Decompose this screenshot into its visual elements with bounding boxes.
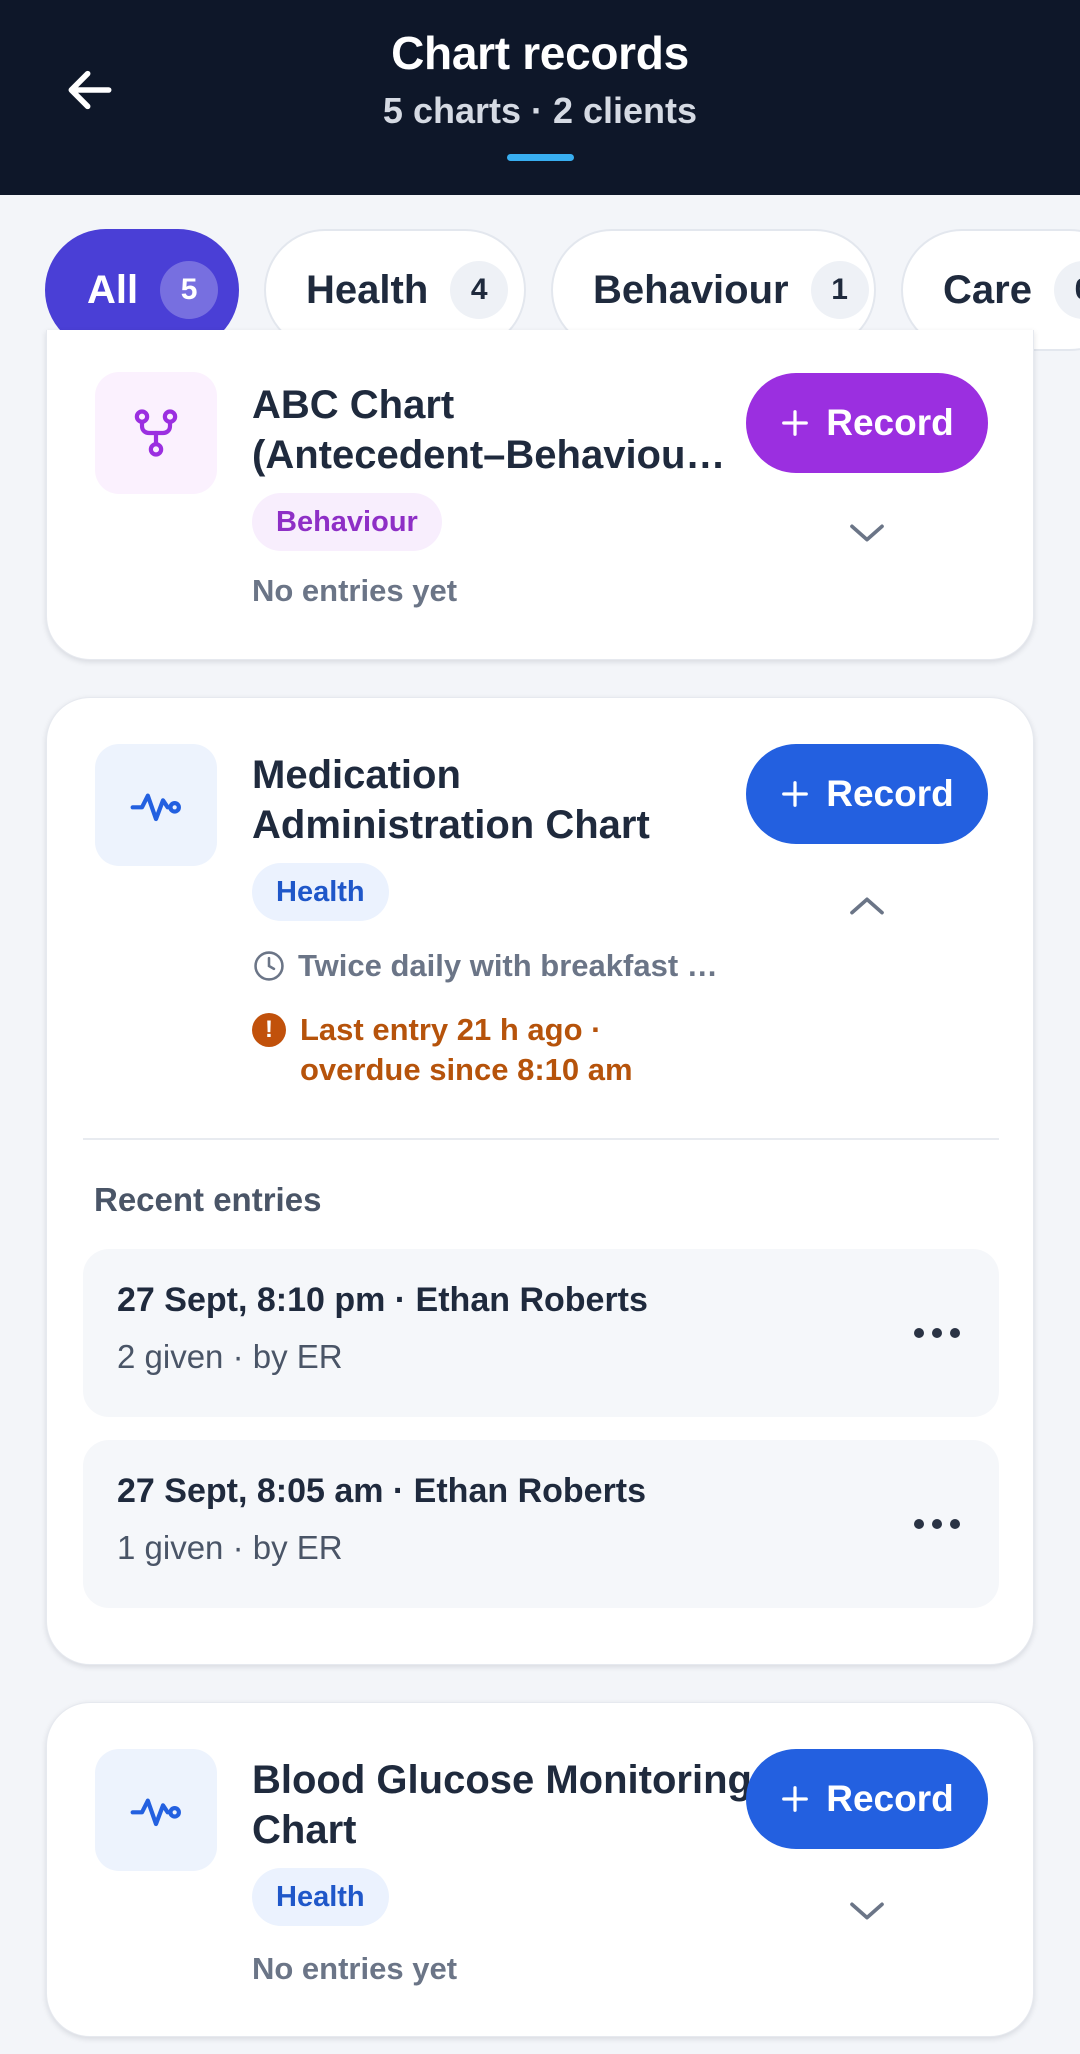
entry-detail: 1 given · by ER xyxy=(117,1529,343,1566)
card-icon-box xyxy=(95,372,217,494)
chart-card-blood-glucose[interactable]: Blood Glucose Monitoring Chart Health No… xyxy=(46,1702,1034,2037)
entry-title: 27 Sept, 8:10 pm · Ethan Roberts xyxy=(117,1281,648,1319)
entry-row[interactable]: 27 Sept, 8:10 pm · Ethan Roberts 2 given… xyxy=(83,1249,999,1417)
schedule-text: Twice daily with breakfast … xyxy=(298,948,718,983)
clock-icon xyxy=(254,951,284,981)
pulse-icon xyxy=(130,793,181,822)
warning-line: overdue since 8:10 am xyxy=(300,1052,633,1087)
plus-icon xyxy=(782,1786,809,1812)
filter-chip-label: Behaviour xyxy=(593,267,789,312)
more-options-button[interactable] xyxy=(909,1311,965,1355)
category-tag: Health xyxy=(252,1868,389,1926)
warning-line: Last entry 21 h ago · xyxy=(300,1012,602,1047)
card-title: Medication Administration Chart xyxy=(252,753,650,847)
card-icon-box xyxy=(95,1749,217,1871)
chevron-up-icon xyxy=(850,897,884,915)
plus-icon xyxy=(782,410,809,436)
entry-detail: 2 given · by ER xyxy=(117,1338,343,1375)
collapse-toggle[interactable] xyxy=(843,886,891,926)
card-title: ABC Chart (Antecedent–Behaviou… xyxy=(252,383,726,477)
filter-chip-count: 1 xyxy=(810,261,869,319)
app-header: Chart records 5 charts · 2 clients xyxy=(0,0,1080,195)
expand-toggle[interactable] xyxy=(843,1891,891,1931)
alert-icon: ! xyxy=(252,1013,286,1047)
card-title: Blood Glucose Monitoring Chart xyxy=(252,1758,752,1852)
pulse-icon xyxy=(130,1798,181,1827)
overdue-warning: ! Last entry 21 h ago · overdue since 8:… xyxy=(252,1010,633,1090)
expand-toggle[interactable] xyxy=(843,513,891,553)
chevron-down-icon xyxy=(850,524,884,542)
warning-text: Last entry 21 h ago · overdue since 8:10… xyxy=(300,1010,633,1090)
recent-entries-heading: Recent entries xyxy=(94,1181,322,1218)
fork-icon xyxy=(134,409,178,457)
record-button-label: Record xyxy=(826,773,954,814)
schedule-info: Twice daily with breakfast … xyxy=(252,948,718,984)
entry-title: 27 Sept, 8:05 am · Ethan Roberts xyxy=(117,1472,647,1510)
divider xyxy=(83,1138,999,1140)
filter-chip-count: 5 xyxy=(160,261,219,319)
entries-status: No entries yet xyxy=(252,1951,458,1986)
entry-row[interactable]: 27 Sept, 8:05 am · Ethan Roberts 1 given… xyxy=(83,1440,999,1608)
entries-status: No entries yet xyxy=(252,573,458,608)
header-indicator xyxy=(507,154,574,161)
more-horizontal-icon xyxy=(914,1328,960,1338)
record-button[interactable]: Record xyxy=(746,744,988,844)
record-button-label: Record xyxy=(826,402,954,443)
filter-chip-label: Health xyxy=(306,267,429,312)
filter-chip-count: 4 xyxy=(450,261,509,319)
more-options-button[interactable] xyxy=(909,1502,965,1546)
filter-chip-label: Care xyxy=(943,267,1032,312)
chart-card-abc[interactable]: ABC Chart (Antecedent–Behaviou… Behaviou… xyxy=(46,330,1034,660)
chevron-down-icon xyxy=(850,1902,884,1920)
card-icon-box xyxy=(95,744,217,866)
page-title: Chart records xyxy=(391,27,689,79)
chart-card-medication[interactable]: Medication Administration Chart Health T… xyxy=(46,697,1034,1665)
record-button[interactable]: Record xyxy=(746,373,988,473)
record-button[interactable]: Record xyxy=(746,1749,988,1849)
category-tag: Health xyxy=(252,863,389,921)
record-button-label: Record xyxy=(826,1778,954,1819)
filter-chip-count: 0 xyxy=(1053,261,1080,319)
category-tag: Behaviour xyxy=(252,493,442,551)
page-subtitle: 5 charts · 2 clients xyxy=(382,90,698,131)
more-horizontal-icon xyxy=(914,1519,960,1529)
filter-chip-label: All xyxy=(87,267,139,312)
plus-icon xyxy=(782,781,809,807)
